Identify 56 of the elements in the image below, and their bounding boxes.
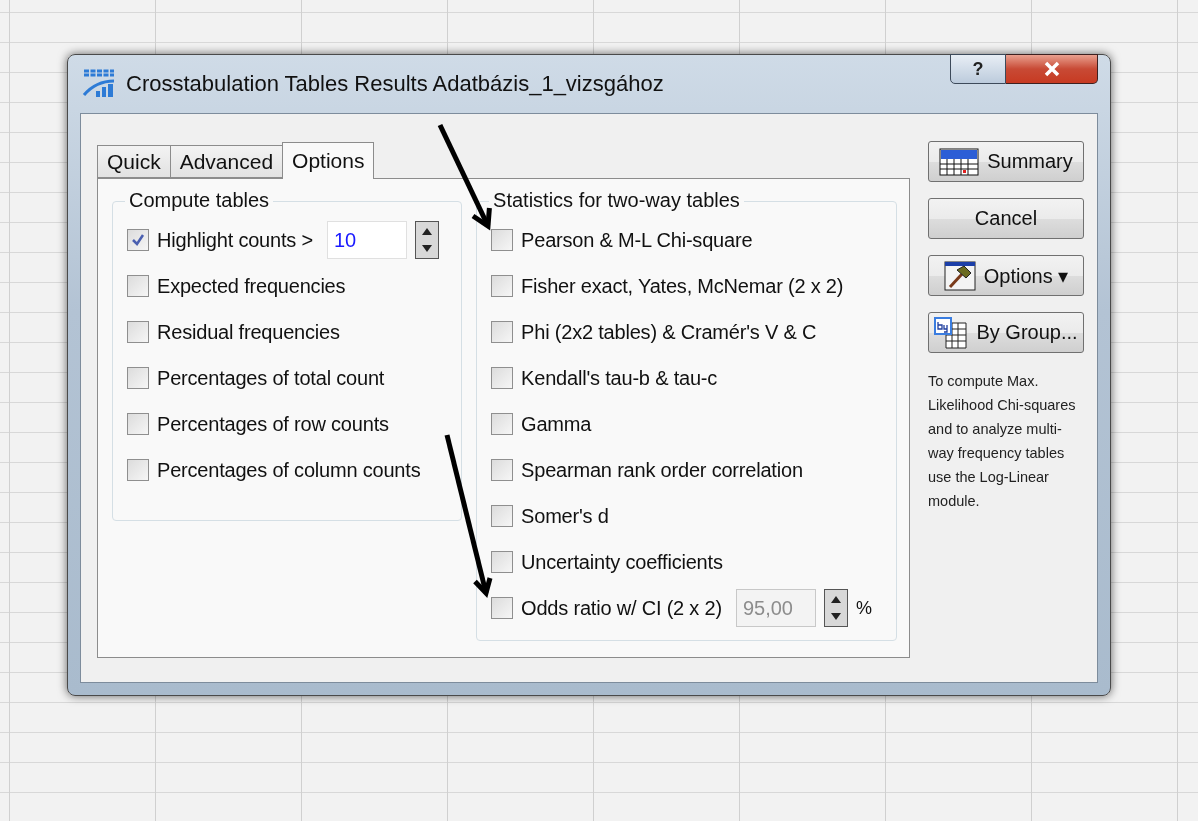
percent-label: %	[855, 597, 872, 619]
checkbox-label: Phi (2x2 tables) & Cramér's V & C	[521, 320, 817, 344]
up-arrow-icon	[829, 594, 842, 604]
checkbox-label: Percentages of column counts	[157, 458, 421, 482]
spin-button[interactable]	[823, 589, 848, 627]
up-arrow-icon	[420, 226, 433, 236]
checkbox-label: Percentages of total count	[157, 366, 385, 390]
checkbox-label: Gamma	[521, 412, 592, 436]
close-button[interactable]	[1006, 54, 1098, 84]
hammer-icon	[943, 260, 976, 291]
tab[interactable]: Advanced	[169, 145, 284, 178]
checkbox-label: Spearman rank order correlation	[521, 458, 803, 482]
checkbox-label: Somer's d	[521, 504, 609, 528]
group-title: Compute tables	[125, 189, 274, 212]
checkbox[interactable]	[127, 229, 149, 251]
checkbox-label: Expected frequencies	[157, 274, 346, 298]
down-arrow-icon	[829, 612, 842, 622]
checkbox-label: Residual frequencies	[157, 320, 340, 344]
checkmark-icon	[131, 233, 145, 247]
table-icon	[939, 147, 980, 176]
group-title: Statistics for two-way tables	[489, 189, 744, 212]
tab[interactable]: Options	[282, 142, 375, 179]
close-icon	[1042, 61, 1061, 77]
checkbox[interactable]	[491, 229, 514, 251]
checkbox[interactable]	[127, 321, 149, 343]
grid-icon	[934, 316, 969, 349]
checkbox[interactable]	[127, 459, 149, 481]
help-button[interactable]: ?	[950, 54, 1006, 84]
checkbox-label: Highlight counts >	[157, 228, 313, 252]
checkbox-label: Kendall's tau-b & tau-c	[521, 366, 718, 390]
checkbox[interactable]	[491, 551, 514, 573]
checkbox[interactable]	[127, 367, 149, 389]
spin-button[interactable]	[414, 221, 439, 259]
options-dropdown-button[interactable]: Options ▾	[928, 255, 1084, 296]
info-note: To compute Max. Likelihood Chi-squares and to analyze multi-way frequency tables use the Log-Linear module.	[928, 372, 1077, 511]
checkbox[interactable]	[491, 321, 514, 343]
summary-button[interactable]: Summary	[928, 141, 1084, 182]
checkbox-label: Uncertainty coefficients	[521, 550, 723, 574]
window-title: Crosstabulation Tables Results Adatbázis_1_vizsgához	[126, 71, 665, 97]
checkbox-label: Percentages of row counts	[157, 412, 389, 436]
number-field[interactable]: 10	[326, 221, 407, 259]
by-group-button[interactable]: By Group...	[928, 312, 1084, 353]
checkbox[interactable]	[491, 413, 514, 435]
cancel-button[interactable]: Cancel	[928, 198, 1084, 239]
tab[interactable]: Quick	[97, 145, 171, 178]
checkbox-label: Fisher exact, Yates, McNemar (2 x 2)	[521, 274, 844, 298]
checkbox-label: Pearson & M-L Chi-square	[521, 228, 753, 252]
app-icon	[82, 69, 116, 99]
down-arrow-icon	[420, 244, 433, 254]
checkbox[interactable]	[491, 505, 514, 527]
checkbox[interactable]	[491, 459, 514, 481]
checkbox[interactable]	[491, 275, 514, 297]
checkbox[interactable]	[127, 275, 149, 297]
checkbox[interactable]	[127, 413, 149, 435]
checkbox[interactable]	[491, 367, 514, 389]
checkbox-label: Odds ratio w/ CI (2 x 2)	[521, 596, 722, 620]
